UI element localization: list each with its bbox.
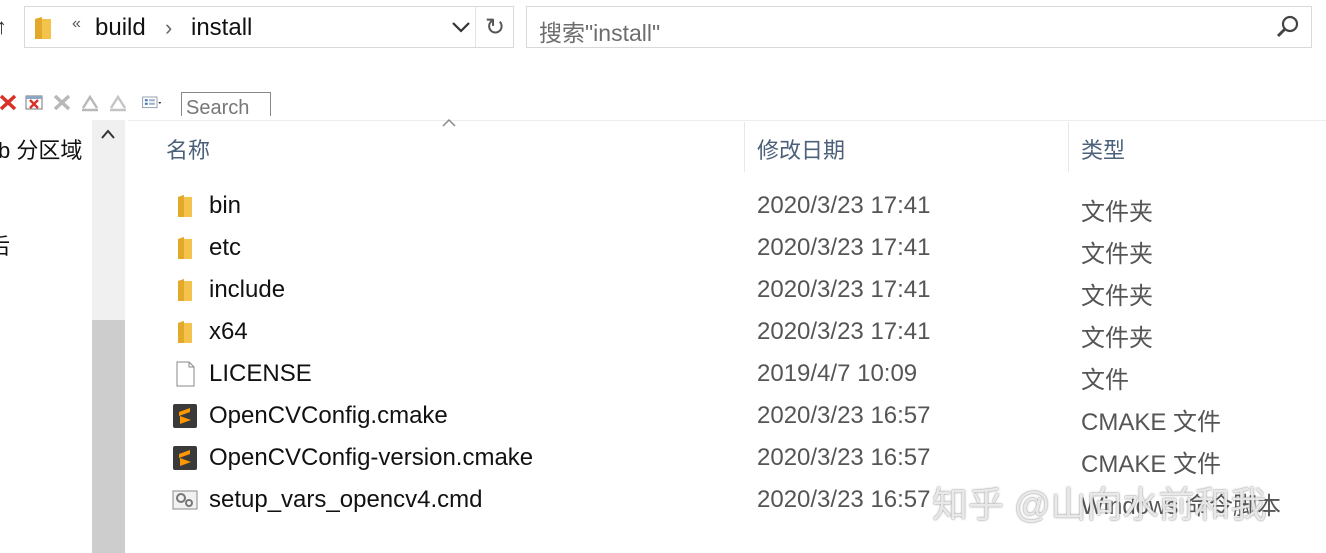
file-modified: 2019/4/7 10:09 — [757, 360, 918, 387]
file-icon — [176, 361, 195, 387]
address-bar[interactable]: « build › install ↻ — [24, 6, 514, 48]
folder-icon — [178, 321, 192, 343]
breadcrumb-separator[interactable]: › — [165, 15, 172, 41]
column-divider[interactable] — [1068, 122, 1069, 172]
watermark: 知乎 @山向水前和我 — [932, 484, 1267, 525]
file-modified: 2020/3/23 17:41 — [757, 234, 931, 261]
header-divider — [128, 120, 1326, 121]
file-type: 文件 — [1081, 367, 1129, 394]
file-row[interactable]: x64 2020/3/23 17:41 文件夹 — [128, 311, 1326, 353]
file-name[interactable]: LICENSE — [209, 360, 312, 388]
toolbar-search-field[interactable]: Search — [181, 92, 271, 116]
file-row[interactable]: etc 2020/3/23 17:41 文件夹 — [128, 227, 1326, 269]
view-options-icon[interactable] — [142, 92, 162, 112]
column-header-name[interactable]: 名称 — [166, 133, 210, 165]
search-box[interactable]: 搜索"install" — [526, 6, 1312, 48]
divider — [475, 7, 476, 47]
file-modified: 2020/3/23 17:41 — [757, 192, 931, 219]
file-name[interactable]: OpenCVConfig.cmake — [209, 402, 448, 430]
file-type: 文件夹 — [1081, 283, 1153, 310]
file-row[interactable]: OpenCVConfig.cmake 2020/3/23 16:57 CMAKE… — [128, 395, 1326, 437]
delete-icon[interactable] — [0, 92, 18, 112]
up-arrow-icon[interactable]: ↑ — [0, 14, 7, 40]
file-name[interactable]: bin — [209, 192, 241, 220]
file-type: CMAKE 文件 — [1081, 409, 1222, 436]
delete-window-icon[interactable] — [24, 92, 44, 112]
nav-item-partial[interactable]: 后 — [0, 229, 10, 261]
file-type: 文件夹 — [1081, 325, 1153, 352]
scroll-up-icon[interactable] — [100, 128, 116, 140]
breadcrumb-overflow[interactable]: « — [72, 15, 81, 33]
file-name[interactable]: etc — [209, 234, 241, 262]
file-name[interactable]: x64 — [209, 318, 248, 346]
file-type: 文件夹 — [1081, 199, 1153, 226]
nav-item-partition[interactable]: b 分区域 — [0, 133, 82, 165]
column-divider[interactable] — [744, 122, 745, 172]
file-modified: 2020/3/23 16:57 — [757, 444, 931, 471]
disabled-move-icon[interactable] — [80, 92, 100, 112]
file-row[interactable]: include 2020/3/23 17:41 文件夹 — [128, 269, 1326, 311]
file-type: CMAKE 文件 — [1081, 451, 1222, 478]
folder-icon — [178, 237, 192, 259]
sublime-text-icon — [173, 446, 197, 470]
file-modified: 2020/3/23 17:41 — [757, 318, 931, 345]
sublime-text-icon — [173, 404, 197, 428]
folder-icon — [178, 279, 192, 301]
file-row[interactable]: bin 2020/3/23 17:41 文件夹 — [128, 185, 1326, 227]
file-name[interactable]: OpenCVConfig-version.cmake — [209, 444, 533, 472]
chevron-down-icon[interactable] — [451, 19, 471, 35]
file-name[interactable]: include — [209, 276, 285, 304]
file-modified: 2020/3/23 16:57 — [757, 486, 931, 513]
folder-icon — [35, 17, 51, 39]
column-header-type[interactable]: 类型 — [1081, 133, 1125, 165]
search-icon[interactable] — [1275, 14, 1301, 40]
cmd-script-icon — [172, 490, 198, 510]
file-row[interactable]: OpenCVConfig-version.cmake 2020/3/23 16:… — [128, 437, 1326, 479]
sort-ascending-icon — [442, 118, 456, 127]
disabled-copy-icon[interactable] — [108, 92, 128, 112]
file-row[interactable]: LICENSE 2019/4/7 10:09 文件 — [128, 353, 1326, 395]
nav-scrollbar-thumb[interactable] — [92, 320, 125, 553]
refresh-icon[interactable]: ↻ — [485, 13, 505, 42]
folder-icon — [178, 195, 192, 217]
navigation-bar: ↑ « build › install ↻ 搜索"install" — [0, 0, 1326, 56]
file-name[interactable]: setup_vars_opencv4.cmd — [209, 486, 483, 514]
breadcrumb-install[interactable]: install — [191, 14, 252, 42]
file-modified: 2020/3/23 17:41 — [757, 276, 931, 303]
disabled-delete-icon[interactable] — [52, 92, 72, 112]
file-modified: 2020/3/23 16:57 — [757, 402, 931, 429]
column-header-modified[interactable]: 修改日期 — [757, 133, 845, 165]
breadcrumb-build[interactable]: build — [95, 14, 146, 42]
search-placeholder[interactable]: 搜索"install" — [539, 14, 660, 48]
file-type: 文件夹 — [1081, 241, 1153, 268]
